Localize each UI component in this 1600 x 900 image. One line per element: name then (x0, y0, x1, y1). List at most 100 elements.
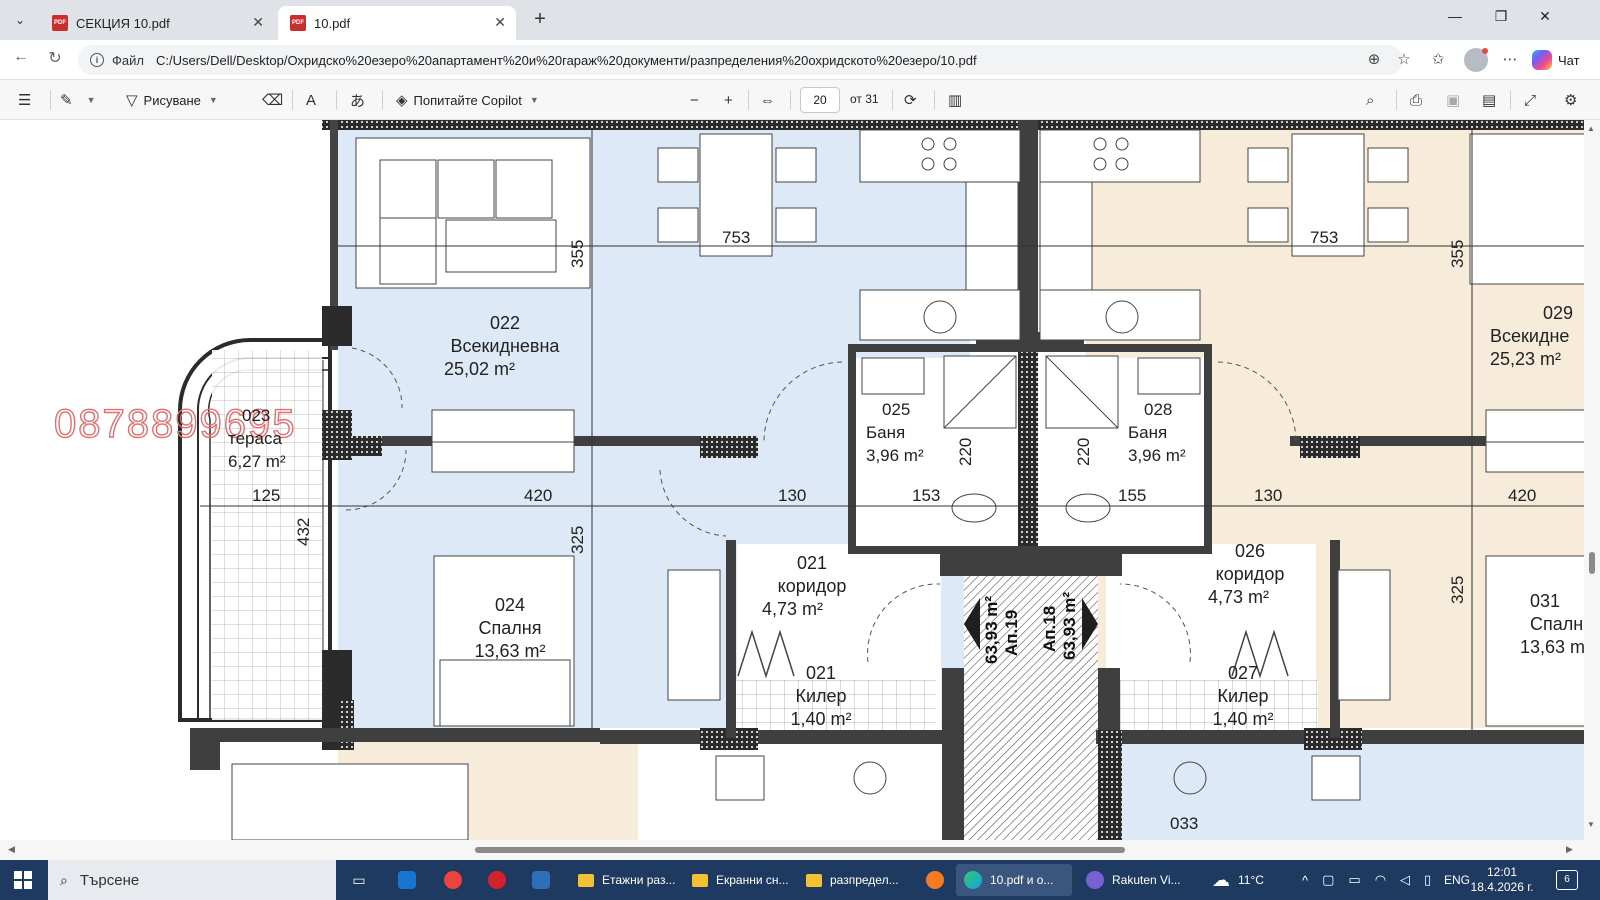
search-button[interactable]: ⌕ (1366, 88, 1380, 112)
save-as-button[interactable]: ▤ (1482, 88, 1502, 112)
page-view-button[interactable]: ▥ (948, 88, 968, 112)
page-number-input[interactable]: 20 (800, 87, 840, 113)
tab-title: СЕКЦИЯ 10.pdf (76, 15, 170, 31)
pdf-viewport[interactable]: 0878899695 022 Всекидневна 25,02 m² 023 … (0, 120, 1600, 860)
file-scheme-label: Файл (112, 52, 144, 68)
settings-button[interactable]: ⚙ (1564, 88, 1583, 112)
rotate-button[interactable]: ⟳ (904, 88, 923, 112)
minimize-button[interactable]: — (1440, 8, 1470, 32)
apartment-name: Ап.18 (1040, 605, 1059, 652)
zoom-icon[interactable]: ⊕ (1364, 50, 1384, 70)
draw-button[interactable]: ▽ Рисуване ▼ (126, 88, 218, 112)
taskbar-search[interactable]: ⌕ Търсене (48, 860, 336, 900)
more-options-icon[interactable]: ⋯ (1500, 50, 1520, 70)
close-window-button[interactable]: ✕ (1530, 8, 1560, 32)
divider (790, 90, 791, 110)
chevron-up-icon: ^ (1302, 872, 1309, 888)
scroll-left-icon[interactable]: ◀ (8, 844, 15, 855)
favorites-icon[interactable]: ✩ (1428, 50, 1448, 70)
weather-temp: 11°C (1238, 873, 1264, 887)
translate-button[interactable]: あ (350, 88, 371, 112)
dimension-label: 325 (568, 525, 587, 554)
chrome-icon[interactable] (438, 866, 468, 894)
language-indicator[interactable]: ENG (1444, 860, 1470, 900)
pdf-icon: PDF (52, 15, 68, 31)
divider (1396, 90, 1397, 110)
taskbar-clock[interactable]: 12:01 18.4.2026 г. (1470, 865, 1534, 895)
maximize-button[interactable]: ❐ (1486, 8, 1516, 32)
dimension-label: 125 (252, 486, 281, 505)
scroll-down-icon[interactable]: ▼ (1587, 820, 1595, 829)
scrollbar-thumb[interactable] (475, 847, 1125, 853)
clock-time: 12:01 (1486, 865, 1518, 879)
vertical-scrollbar[interactable]: ▲ ▼ (1584, 120, 1600, 840)
system-tray[interactable]: ^ ▢ ▭ ◠ ◁ ▯ (1302, 860, 1431, 900)
taskbar-app-razpredel[interactable]: разпредел... (798, 864, 908, 896)
room-number: 022 (489, 313, 521, 333)
save-button[interactable]: ▣ (1446, 88, 1466, 112)
scrollbar-thumb[interactable] (1589, 552, 1595, 574)
notification-center-button[interactable]: 6 (1556, 870, 1578, 890)
scroll-up-icon[interactable]: ▲ (1587, 124, 1595, 133)
weather-widget[interactable]: ☁ 11°C (1212, 860, 1264, 900)
close-icon[interactable]: ✕ (252, 14, 264, 31)
scroll-right-icon[interactable]: ▶ (1566, 844, 1573, 855)
url-text[interactable]: C:/Users/Dell/Desktop/Охридско%20езеро%2… (156, 53, 1336, 68)
outlook-icon[interactable] (392, 866, 422, 894)
copilot-chat-button[interactable]: Чат (1532, 49, 1580, 71)
room-label-025: 025 Баня 3,96 m² (866, 398, 946, 467)
dimension-label: 355 (568, 239, 587, 268)
room-label-028: 028 Баня 3,96 m² (1128, 398, 1208, 467)
dimension-label: 155 (1118, 486, 1147, 505)
dimension-label: 153 (912, 486, 941, 505)
tab-10-pdf[interactable]: PDF 10.pdf ✕ (278, 6, 516, 40)
info-icon[interactable]: i (90, 53, 104, 67)
taskbar-app-edge-pdf[interactable]: 10.pdf и о... (956, 864, 1072, 896)
url-field[interactable]: i Файл C:/Users/Dell/Desktop/Охридско%20… (78, 45, 1403, 75)
arrow-left-icon: ← (13, 48, 29, 65)
task-label: Rakuten Vi... (1112, 873, 1181, 887)
new-tab-button[interactable]: + (528, 8, 552, 32)
room-name: Всекидне (1490, 326, 1570, 346)
firefox-icon[interactable] (920, 866, 950, 894)
room-name: коридор (1215, 564, 1285, 584)
folder-icon (578, 873, 594, 887)
task-label: Екранни сн... (716, 873, 789, 887)
pen-icon: ▽ (126, 92, 138, 109)
room-number: 027 (1227, 663, 1259, 683)
opera-icon[interactable] (482, 866, 512, 894)
fullscreen-button[interactable]: ⤢ (1524, 88, 1542, 112)
search-placeholder: Търсене (79, 871, 140, 889)
printer-icon: ⎙ (1410, 91, 1423, 109)
expand-icon: ⤢ (1524, 91, 1537, 109)
dimension-label: 420 (1508, 486, 1537, 505)
tab-actions-menu-button[interactable]: ⌄ (8, 8, 32, 32)
fit-width-button[interactable]: ⇔ (760, 88, 781, 112)
copilot-icon (1532, 50, 1552, 70)
taskbar-app-ekranni[interactable]: Екранни сн... (684, 864, 794, 896)
zoom-in-button[interactable]: + (724, 88, 739, 112)
taskbar-app-rakuten-viber[interactable]: Rakuten Vi... (1078, 864, 1188, 896)
highlight-button[interactable]: ✎ ▼ (60, 88, 96, 112)
room-label-026-corridor: 026 коридор 4,73 m² (1200, 540, 1300, 609)
taskbar-app-etazhni[interactable]: Етажни раз... (570, 864, 680, 896)
close-icon[interactable]: ✕ (494, 14, 506, 31)
calculator-icon[interactable] (526, 866, 556, 894)
windows-start-icon[interactable] (14, 871, 32, 889)
volume-icon: ◁ (1400, 872, 1411, 887)
zoom-out-button[interactable]: − (690, 88, 705, 112)
tab-sektsiya-10[interactable]: PDF СЕКЦИЯ 10.pdf ✕ (40, 6, 274, 40)
ask-copilot-button[interactable]: ◈ Попитайте Copilot ▼ (396, 88, 539, 112)
save-icon: ▣ (1446, 92, 1461, 109)
room-area: 1,40 m² (790, 709, 852, 729)
task-view-icon[interactable]: ▭ (344, 866, 374, 894)
eraser-button[interactable]: ⌫ (262, 88, 289, 112)
star-icon[interactable]: ☆ (1394, 50, 1414, 70)
read-aloud-button[interactable]: A (306, 88, 322, 112)
horizontal-scrollbar[interactable]: ◀ ▶ (0, 840, 1600, 860)
divider (1510, 90, 1511, 110)
back-button[interactable]: ← (8, 48, 34, 72)
contents-button[interactable]: ☰ (18, 88, 37, 112)
print-button[interactable]: ⎙ (1410, 88, 1428, 112)
refresh-button[interactable]: ↻ (42, 48, 68, 72)
